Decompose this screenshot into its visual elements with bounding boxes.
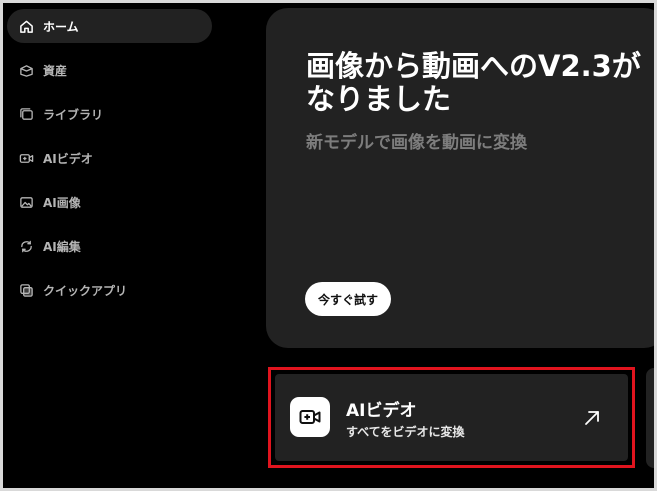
card-title: AIビデオ	[346, 401, 417, 421]
quick-app-icon	[17, 281, 35, 299]
sidebar-item-ai-image[interactable]: AI画像	[7, 185, 212, 219]
assets-icon	[17, 61, 35, 79]
sidebar: ホーム 資産 ライブラリ AIビデオ AI画像 AI編集 クイックアプリ	[3, 3, 215, 488]
sidebar-item-library[interactable]: ライブラリ	[7, 97, 212, 131]
video-camera-icon	[290, 397, 330, 437]
try-now-button[interactable]: 今すぐ試す	[305, 282, 392, 316]
image-icon	[17, 193, 35, 211]
hero-title: 画像から動画へのV2.3が なりました	[306, 49, 641, 116]
hero-subtitle: 新モデルで画像を動画に変換	[306, 133, 527, 153]
hero-banner: 画像から動画へのV2.3が なりました 新モデルで画像を動画に変換 今すぐ試す	[266, 8, 657, 348]
card-subtitle: すべてをビデオに変換	[346, 425, 465, 439]
library-icon	[17, 105, 35, 123]
sidebar-item-label: AI画像	[43, 195, 81, 210]
sidebar-item-quick-app[interactable]: クイックアプリ	[7, 273, 212, 307]
next-card-edge[interactable]	[646, 368, 657, 468]
sidebar-item-assets[interactable]: 資産	[7, 53, 212, 87]
sidebar-item-label: ホーム	[43, 19, 79, 34]
sidebar-item-label: AIビデオ	[43, 151, 93, 166]
home-icon	[17, 17, 35, 35]
sidebar-item-home[interactable]: ホーム	[7, 9, 212, 43]
sidebar-item-label: クイックアプリ	[43, 283, 128, 298]
sidebar-item-ai-video[interactable]: AIビデオ	[7, 141, 212, 175]
edit-icon	[17, 237, 35, 255]
sidebar-item-label: 資産	[43, 63, 68, 78]
video-camera-icon	[17, 149, 35, 167]
arrow-up-right-icon	[585, 411, 599, 425]
ai-video-card[interactable]: AIビデオ すべてをビデオに変換	[275, 374, 628, 461]
sidebar-item-ai-edit[interactable]: AI編集	[7, 229, 212, 263]
sidebar-item-label: AI編集	[43, 239, 81, 254]
sidebar-item-label: ライブラリ	[43, 107, 104, 122]
